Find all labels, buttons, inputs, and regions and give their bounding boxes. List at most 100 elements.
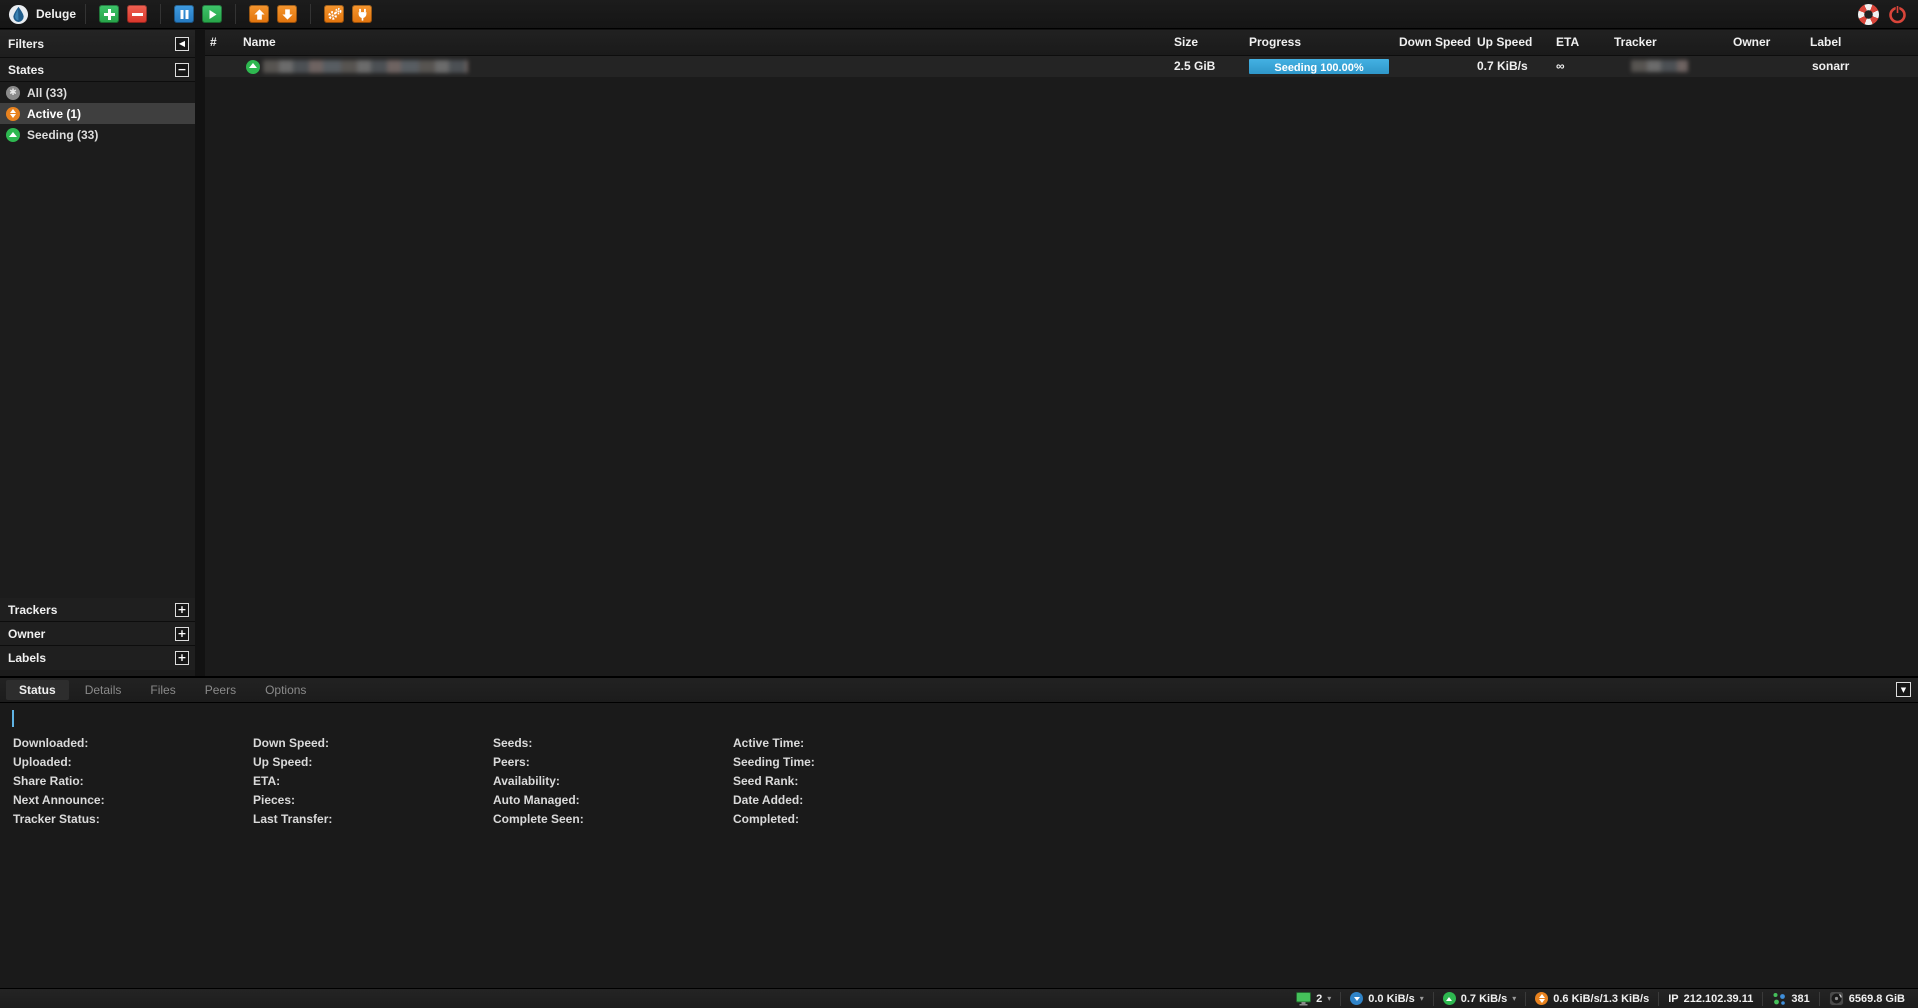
gears-icon xyxy=(327,7,342,22)
protocol-traffic-icon xyxy=(1535,992,1548,1005)
status-label: Date Added: xyxy=(733,793,815,812)
trackers-section-header[interactable]: Trackers + xyxy=(0,598,195,622)
states-collapse-button[interactable]: − xyxy=(175,63,189,77)
resume-torrent-button[interactable] xyxy=(202,5,222,23)
labels-title: Labels xyxy=(8,651,46,665)
column-header-progress[interactable]: Progress xyxy=(1249,35,1301,49)
preferences-button[interactable] xyxy=(324,5,344,23)
status-column-3: Seeds: Peers: Availability: Auto Managed… xyxy=(493,736,584,831)
status-label: Last Transfer: xyxy=(253,812,332,831)
status-label: Downloaded: xyxy=(13,736,105,755)
statusbar-ip: IP 212.102.39.11 xyxy=(1658,992,1762,1006)
column-header-tracker[interactable]: Tracker xyxy=(1614,35,1657,49)
caret-down-icon: ▾ xyxy=(1512,994,1516,1003)
progress-text: Seeding 100.00% xyxy=(1274,62,1363,74)
statusbar: 2 ▾ 0.0 KiB/s ▾ 0.7 KiB/s ▾ 0.6 KiB/s/1.… xyxy=(0,988,1918,1008)
status-label: Active Time: xyxy=(733,736,815,755)
toolbar-right-group xyxy=(1858,4,1912,25)
status-label: Seeds: xyxy=(493,736,584,755)
deluge-logo-icon xyxy=(8,4,29,25)
column-header-up-speed[interactable]: Up Speed xyxy=(1477,35,1532,49)
statusbar-protocol-traffic[interactable]: 0.6 KiB/s/1.3 KiB/s xyxy=(1525,992,1658,1006)
pause-icon xyxy=(179,9,190,20)
status-label: Uploaded: xyxy=(13,755,105,774)
torrent-row[interactable]: 2.5 GiB Seeding 100.00% 0.7 KiB/s ∞ sona… xyxy=(205,56,1918,77)
state-label: Seeding (33) xyxy=(27,128,98,142)
filters-header[interactable]: Filters ◀ xyxy=(0,30,195,58)
ip-label: IP xyxy=(1668,993,1678,1005)
tab-peers[interactable]: Peers xyxy=(192,680,249,700)
status-label: Seeding Time: xyxy=(733,755,815,774)
queue-down-button[interactable] xyxy=(277,5,297,23)
statusbar-free-space: 6569.8 GiB xyxy=(1819,992,1914,1006)
column-header-eta[interactable]: ETA xyxy=(1556,35,1579,49)
text-cursor xyxy=(12,710,14,727)
tab-details[interactable]: Details xyxy=(72,680,135,700)
filters-sidebar: Filters ◀ States − ✱ All (33) Active (1)… xyxy=(0,30,200,676)
redacted-torrent-name xyxy=(263,60,468,73)
status-label: Complete Seen: xyxy=(493,812,584,831)
labels-section-header[interactable]: Labels + xyxy=(0,646,195,670)
remove-torrent-button[interactable] xyxy=(127,5,147,23)
column-header-number[interactable]: # xyxy=(210,35,217,49)
column-header-label[interactable]: Label xyxy=(1810,35,1841,49)
column-header-size[interactable]: Size xyxy=(1174,35,1198,49)
owner-section-header[interactable]: Owner + xyxy=(0,622,195,646)
status-label: Next Announce: xyxy=(13,793,105,812)
tab-files[interactable]: Files xyxy=(137,680,188,700)
minus-icon xyxy=(131,8,144,21)
help-lifebuoy-icon[interactable] xyxy=(1858,4,1879,25)
cell-eta: ∞ xyxy=(1556,59,1565,73)
top-toolbar: Deluge xyxy=(0,0,1918,29)
seeding-state-icon xyxy=(6,128,20,142)
queue-up-button[interactable] xyxy=(249,5,269,23)
states-title: States xyxy=(8,63,44,77)
connection-manager-button[interactable] xyxy=(352,5,372,23)
logout-power-icon[interactable] xyxy=(1887,4,1908,25)
status-label: Completed: xyxy=(733,812,815,831)
status-label: Auto Managed: xyxy=(493,793,584,812)
column-header-owner[interactable]: Owner xyxy=(1733,35,1770,49)
add-torrent-button[interactable] xyxy=(99,5,119,23)
connections-monitor-icon xyxy=(1296,992,1311,1006)
upload-speed-value: 0.7 KiB/s xyxy=(1461,993,1507,1005)
owner-expand-button[interactable]: + xyxy=(175,627,189,641)
redacted-tracker xyxy=(1631,60,1688,72)
free-space-value: 6569.8 GiB xyxy=(1849,993,1905,1005)
cell-up-speed: 0.7 KiB/s xyxy=(1477,59,1528,73)
sidebar-item-all[interactable]: ✱ All (33) xyxy=(0,82,195,103)
tab-status[interactable]: Status xyxy=(6,680,69,700)
tab-options[interactable]: Options xyxy=(252,680,319,700)
statusbar-connections[interactable]: 2 ▾ xyxy=(1287,992,1340,1006)
status-label: Pieces: xyxy=(253,793,332,812)
panel-collapse-button[interactable]: ▼ xyxy=(1896,682,1911,697)
pause-torrent-button[interactable] xyxy=(174,5,194,23)
statusbar-download-speed[interactable]: 0.0 KiB/s ▾ xyxy=(1340,992,1432,1006)
status-column-1: Downloaded: Uploaded: Share Ratio: Next … xyxy=(13,736,105,831)
column-header-name[interactable]: Name xyxy=(243,35,276,49)
states-section-header[interactable]: States − xyxy=(0,58,195,82)
column-header-down-speed[interactable]: Down Speed xyxy=(1399,35,1471,49)
plus-icon xyxy=(103,8,116,21)
toolbar-separator xyxy=(85,4,86,24)
filters-title: Filters xyxy=(8,37,44,51)
owner-title: Owner xyxy=(8,627,45,641)
sidebar-spacer xyxy=(0,145,195,598)
trackers-expand-button[interactable]: + xyxy=(175,603,189,617)
arrow-down-icon xyxy=(281,8,294,21)
sidebar-item-seeding[interactable]: Seeding (33) xyxy=(0,124,195,145)
detail-panel: Status Details Files Peers Options ▼ Dow… xyxy=(0,676,1918,988)
labels-expand-button[interactable]: + xyxy=(175,651,189,665)
statusbar-upload-speed[interactable]: 0.7 KiB/s ▾ xyxy=(1433,992,1525,1006)
torrent-table-header: # Name Size Progress Down Speed Up Speed… xyxy=(205,30,1918,56)
active-state-icon xyxy=(6,107,20,121)
trackers-title: Trackers xyxy=(8,603,57,617)
dht-nodes-icon xyxy=(1772,992,1786,1006)
status-label: Down Speed: xyxy=(253,736,332,755)
status-label: Seed Rank: xyxy=(733,774,815,793)
upload-icon xyxy=(1443,992,1456,1005)
status-label: Up Speed: xyxy=(253,755,332,774)
sidebar-item-active[interactable]: Active (1) xyxy=(0,103,195,124)
sidebar-collapse-button[interactable]: ◀ xyxy=(175,37,189,51)
status-label: Availability: xyxy=(493,774,584,793)
